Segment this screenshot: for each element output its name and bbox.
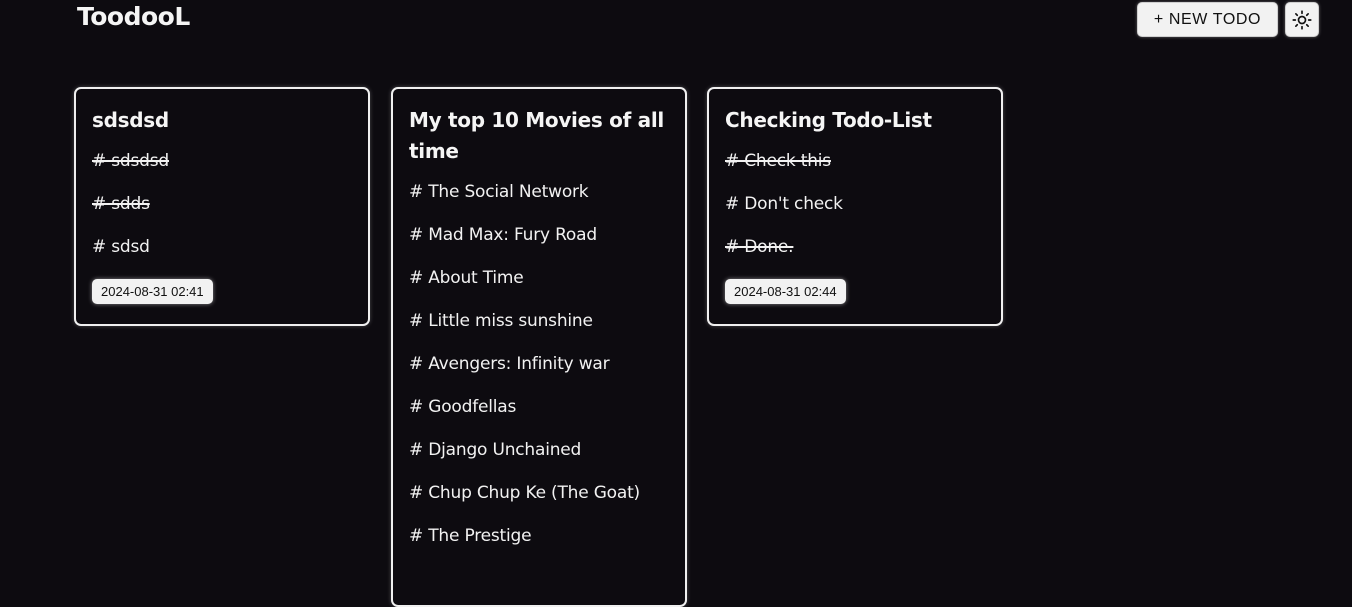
card-title: Checking Todo-List — [725, 108, 932, 132]
todo-item[interactable]: # About Time — [409, 257, 669, 300]
card-title: sdsdsd — [92, 108, 169, 132]
todo-item[interactable]: # sdsdsd — [92, 140, 352, 183]
todo-item[interactable]: # Check this — [725, 140, 985, 183]
todo-card[interactable]: sdsdsd # sdsdsd # sdds # sdsd 2024-08-31… — [74, 87, 370, 326]
todo-item[interactable]: # Mad Max: Fury Road — [409, 214, 669, 257]
sun-icon — [1292, 9, 1312, 30]
card-title: My top 10 Movies of all time — [409, 108, 664, 163]
todo-item[interactable]: # Chup Chup Ke (The Goat) — [409, 472, 669, 515]
todo-item[interactable]: # sdds — [92, 183, 352, 226]
todo-card[interactable]: Checking Todo-List # Check this # Don't … — [707, 87, 1003, 326]
todo-item[interactable]: # sdsd — [92, 226, 352, 269]
timestamp-badge: 2024-08-31 02:44 — [725, 279, 846, 304]
todo-item[interactable]: # Avengers: Infinity war — [409, 343, 669, 386]
todo-item[interactable]: # The Social Network — [409, 171, 669, 214]
timestamp-badge: 2024-08-31 02:41 — [92, 279, 213, 304]
todo-item[interactable]: # Little miss sunshine — [409, 300, 669, 343]
todo-item[interactable]: # The Prestige — [409, 515, 669, 558]
theme-toggle-button[interactable] — [1285, 2, 1319, 37]
app-logo: ToodooL — [77, 2, 190, 31]
todo-item[interactable]: # Django Unchained — [409, 429, 669, 472]
todo-item[interactable]: # Done. — [725, 226, 985, 269]
todo-item[interactable]: # Don't check — [725, 183, 985, 226]
new-todo-button[interactable]: + NEW TODO — [1137, 2, 1278, 37]
todo-item[interactable]: # Goodfellas — [409, 386, 669, 429]
todo-card[interactable]: My top 10 Movies of all time # The Socia… — [391, 87, 687, 607]
